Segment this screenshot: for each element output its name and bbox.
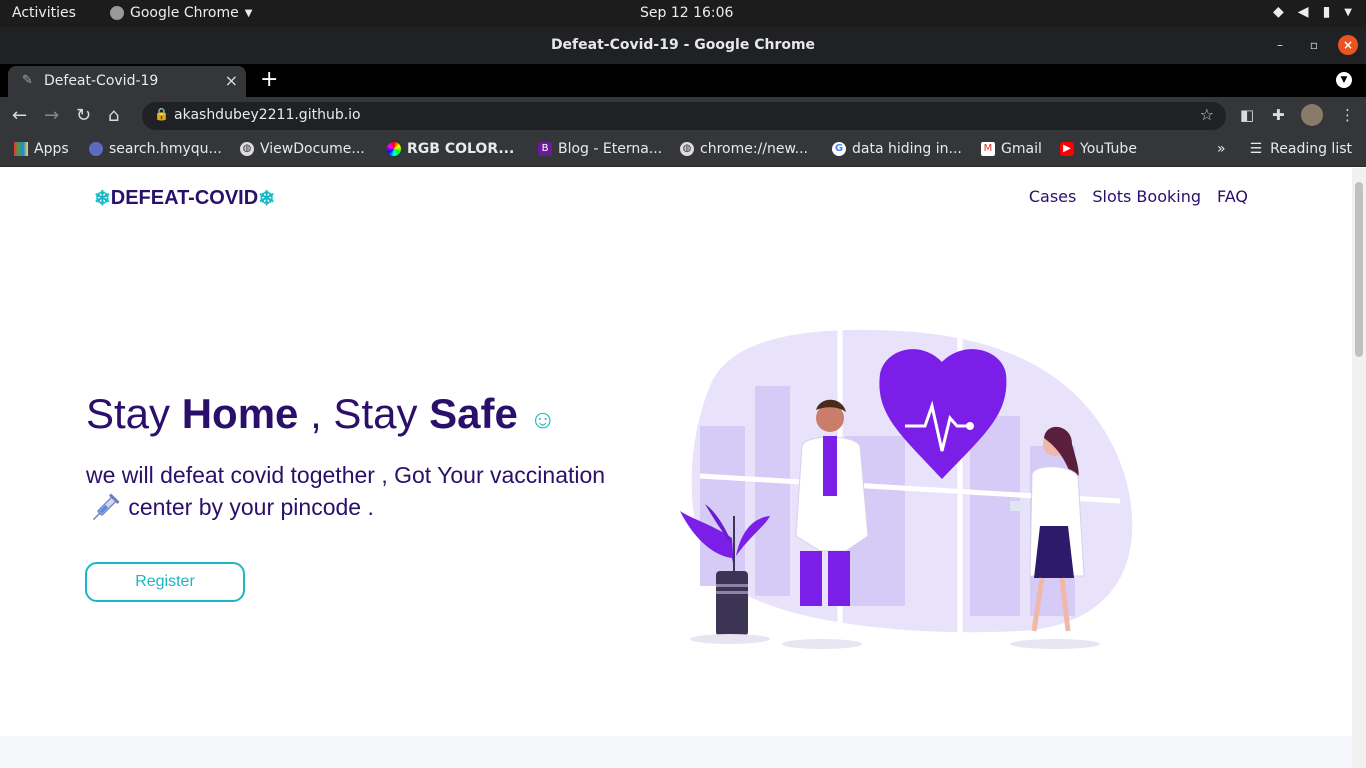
bookmark-rgb-color[interactable]: RGB COLOR... <box>387 141 514 157</box>
reload-button[interactable]: ↻ <box>76 105 91 126</box>
wifi-icon: ◆ <box>1273 4 1284 20</box>
site-nav: Cases Slots Booking FAQ <box>1029 187 1248 206</box>
globe-icon: ◍ <box>240 142 254 156</box>
bookmark-label: Blog - Eterna... <box>558 141 663 157</box>
nav-link-faq[interactable]: FAQ <box>1217 187 1248 206</box>
app-menu-label: Google Chrome <box>130 5 239 21</box>
extensions-puzzle-icon[interactable]: ✚ <box>1272 106 1285 124</box>
maximize-button[interactable]: ▫ <box>1304 35 1324 55</box>
hero-title-bold: Safe <box>429 390 518 437</box>
menu-kebab-icon[interactable]: ⋮ <box>1340 106 1355 124</box>
bookmark-label: Gmail <box>1001 141 1042 157</box>
bookmark-search[interactable]: search.hmyqu... <box>89 141 222 157</box>
reading-list-button[interactable]: ☰ Reading list <box>1250 141 1352 157</box>
url-text: akashdubey2211.github.io <box>174 107 361 123</box>
nav-link-cases[interactable]: Cases <box>1029 187 1077 206</box>
bookmarks-overflow-button[interactable]: » <box>1217 141 1226 157</box>
activities-button[interactable]: Activities <box>12 5 76 21</box>
tab-title: Defeat-Covid-19 <box>44 73 159 89</box>
nav-link-slots-booking[interactable]: Slots Booking <box>1092 187 1201 206</box>
syringe-favicon-icon: ✎ <box>22 73 33 88</box>
bookmark-star-icon[interactable]: ☆ <box>1200 105 1214 124</box>
bookmark-label: search.hmyqu... <box>109 141 222 157</box>
chevron-down-icon: ▼ <box>1344 6 1352 18</box>
bookmark-label: YouTube <box>1080 141 1137 157</box>
page-scrollbar[interactable] <box>1352 168 1366 768</box>
profile-avatar[interactable] <box>1301 104 1323 126</box>
reading-list-label: Reading list <box>1270 141 1352 157</box>
forward-button[interactable]: → <box>44 105 59 126</box>
chevron-down-icon: ▼ <box>244 7 253 19</box>
new-tab-button[interactable]: + <box>260 67 278 92</box>
web-page: ❄ DEFEAT-COVID ❄ Cases Slots Booking FAQ… <box>0 168 1352 768</box>
bookmark-label: data hiding in... <box>852 141 962 157</box>
window-titlebar: Defeat-Covid-19 - Google Chrome – ▫ × <box>0 27 1366 64</box>
bookmark-data-hiding[interactable]: G data hiding in... <box>832 141 962 157</box>
lock-icon[interactable]: 🔒 <box>154 107 169 121</box>
system-tray[interactable]: ◆ ◀ ▮ ▼ <box>1273 4 1352 20</box>
clock[interactable]: Sep 12 16:06 <box>640 5 733 21</box>
doctors-heart-illustration <box>680 326 1133 649</box>
browser-toolbar: ← → ↻ ⌂ 🔒 akashdubey2211.github.io ☆ ◧ ✚… <box>0 97 1366 135</box>
site-logo[interactable]: ❄ DEFEAT-COVID ❄ <box>94 186 275 211</box>
scrollbar-thumb[interactable] <box>1355 182 1363 357</box>
tab-search-button[interactable]: ▼ <box>1336 72 1352 88</box>
google-icon: G <box>832 142 846 156</box>
hero-title-text: Stay <box>86 390 182 437</box>
hero-subtitle-line: we will defeat covid together , Got Your… <box>86 462 606 488</box>
snowflake-icon: ❄ <box>258 188 275 210</box>
bookmark-label: Apps <box>34 141 69 157</box>
reading-list-icon: ☰ <box>1249 141 1263 157</box>
os-top-bar: Activities Google Chrome ▼ Sep 12 16:06 … <box>0 0 1366 27</box>
bookmarks-bar: Apps search.hmyqu... ◍ ViewDocume... RGB… <box>0 135 1366 167</box>
bookmark-youtube[interactable]: ▶ YouTube <box>1060 141 1137 157</box>
smiley-icon: ☺ <box>529 404 557 434</box>
app-menu[interactable]: Google Chrome ▼ <box>110 5 252 21</box>
hero-title-text: , Stay <box>298 390 430 437</box>
bookmark-label: RGB COLOR... <box>407 141 515 157</box>
bookmark-label: ViewDocume... <box>260 141 365 157</box>
address-bar[interactable]: 🔒 akashdubey2211.github.io ☆ <box>142 102 1226 130</box>
hero-subtitle: we will defeat covid together , Got Your… <box>86 460 666 527</box>
volume-icon: ◀ <box>1297 4 1309 20</box>
bookmark-viewdocument[interactable]: ◍ ViewDocume... <box>240 141 365 157</box>
youtube-icon: ▶ <box>1060 142 1074 156</box>
next-section-strip <box>0 736 1352 768</box>
close-window-button[interactable]: × <box>1338 35 1358 55</box>
bookmark-apps[interactable]: Apps <box>14 141 69 157</box>
back-button[interactable]: ← <box>12 105 27 126</box>
bookmark-chrome-new[interactable]: ◍ chrome://new... <box>680 141 808 157</box>
gmail-icon: M <box>981 142 995 156</box>
window-title: Defeat-Covid-19 - Google Chrome <box>550 37 816 53</box>
tab-defeat-covid[interactable]: ✎ Defeat-Covid-19 × <box>8 66 246 97</box>
extension-icon[interactable]: ◧ <box>1240 106 1254 124</box>
battery-icon: ▮ <box>1322 4 1331 20</box>
tab-close-icon[interactable]: × <box>225 71 238 90</box>
hero-subtitle-line: center by your pincode . <box>122 494 374 521</box>
color-wheel-icon <box>387 142 401 156</box>
bookmark-blog[interactable]: B Blog - Eterna... <box>538 141 662 157</box>
minimize-button[interactable]: – <box>1270 35 1290 55</box>
chrome-icon <box>110 6 124 20</box>
bookmark-label: chrome://new... <box>700 141 808 157</box>
register-button[interactable]: Register <box>85 562 245 602</box>
bookmark-gmail[interactable]: M Gmail <box>981 141 1042 157</box>
brand-name: DEFEAT-COVID <box>110 187 259 209</box>
snowflake-icon: ❄ <box>94 188 111 210</box>
hero-title-bold: Home <box>181 390 299 437</box>
apps-grid-icon <box>14 142 28 156</box>
home-button[interactable]: ⌂ <box>108 105 119 126</box>
globe-icon: ◍ <box>680 142 694 156</box>
syringe-icon <box>92 493 120 521</box>
spinner-icon <box>89 142 103 156</box>
b-badge-icon: B <box>538 142 552 156</box>
hero-title: Stay Home , Stay Safe ☺ <box>86 390 556 438</box>
tab-strip: ✎ Defeat-Covid-19 × + ▼ <box>0 64 1366 97</box>
